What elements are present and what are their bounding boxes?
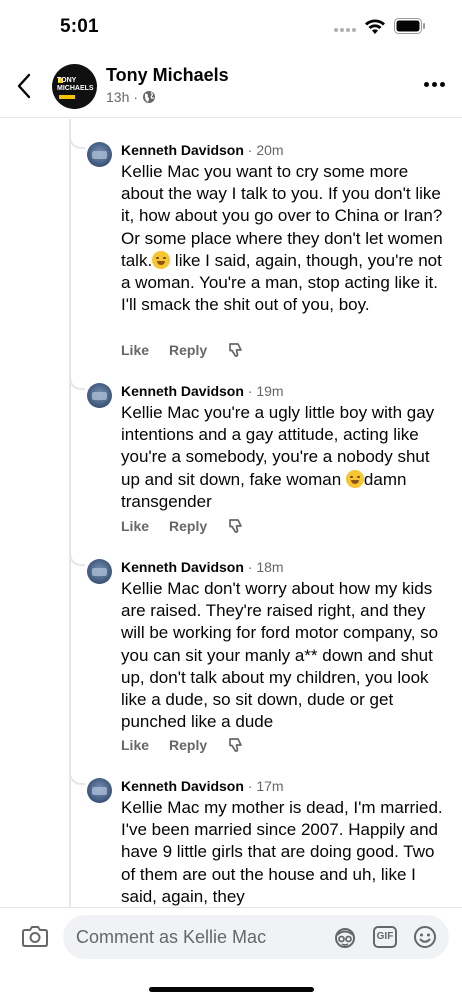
like-button[interactable]: Like — [121, 342, 149, 358]
battery-icon — [394, 18, 425, 34]
more-horizontal-icon[interactable] — [424, 82, 446, 90]
wifi-icon — [365, 19, 385, 34]
commenter-avatar[interactable] — [87, 778, 112, 803]
comment-header: Kenneth Davidson · 20m — [121, 142, 284, 158]
thumbs-down-icon[interactable] — [227, 341, 244, 358]
status-time: 5:01 — [60, 16, 99, 37]
signal-dots-icon — [334, 28, 356, 32]
page-logo: TONY MICHAELS — [57, 77, 94, 92]
comment-author[interactable]: Kenneth Davidson — [121, 778, 244, 794]
meta-separator: · — [133, 89, 139, 105]
comment-author[interactable]: Kenneth Davidson — [121, 142, 244, 158]
comment-author[interactable]: Kenneth Davidson — [121, 383, 244, 399]
post-header: TONY MICHAELS Tony Michaels 13h · — [0, 56, 462, 118]
like-button[interactable]: Like — [121, 737, 149, 753]
reply-connector — [69, 769, 85, 785]
reply-button[interactable]: Reply — [169, 737, 207, 753]
reply-connector — [69, 133, 85, 149]
comment-thread: Kenneth Davidson · 20m Kellie Mac you wa… — [0, 119, 462, 907]
page-avatar[interactable]: TONY MICHAELS — [52, 64, 97, 109]
comment-text-part: Kellie Mac don't worry about how my kids… — [121, 579, 439, 732]
face-with-hand-over-mouth-emoji — [152, 250, 171, 269]
comment-time: · 18m — [247, 559, 284, 575]
chevron-left-icon[interactable] — [14, 72, 36, 100]
comment-text: Kellie Mac you're a ugly little boy with… — [121, 402, 453, 513]
comment-author[interactable]: Kenneth Davidson — [121, 559, 244, 575]
reply-button[interactable]: Reply — [169, 342, 207, 358]
rolling-on-floor-laughing-emoji — [345, 469, 364, 488]
status-bar: 5:01 — [0, 0, 462, 56]
like-button[interactable]: Like — [121, 518, 149, 534]
comment-actions: Like Reply — [121, 517, 244, 534]
thumbs-down-icon[interactable] — [227, 517, 244, 534]
comment-text-part: Kellie Mac my mother is dead, I'm marrie… — [121, 798, 443, 906]
comment-composer: GIF — [0, 907, 462, 1000]
smiley-icon[interactable] — [413, 925, 437, 949]
post-age: 13h — [106, 89, 130, 105]
comment-actions: Like Reply — [121, 736, 244, 753]
logo-bar — [59, 95, 75, 99]
comment-header: Kenneth Davidson · 18m — [121, 559, 284, 575]
comment-header: Kenneth Davidson · 17m — [121, 778, 284, 794]
reply-connector — [69, 550, 85, 566]
globe-icon — [143, 91, 156, 103]
reply-button[interactable]: Reply — [169, 518, 207, 534]
page-name[interactable]: Tony Michaels — [106, 65, 229, 86]
comment-text: Kellie Mac don't worry about how my kids… — [121, 578, 453, 733]
post-meta: 13h · — [106, 89, 156, 105]
thumbs-down-icon[interactable] — [227, 736, 244, 753]
commenter-avatar[interactable] — [87, 559, 112, 584]
avatar-sticker-icon[interactable] — [333, 925, 357, 949]
comment-input[interactable] — [76, 915, 316, 959]
camera-icon[interactable] — [22, 925, 48, 947]
comment-text: Kellie Mac my mother is dead, I'm marrie… — [121, 797, 453, 907]
reply-connector — [69, 374, 85, 390]
comment-time: · 19m — [247, 383, 284, 399]
comment-actions: Like Reply — [121, 341, 244, 358]
home-indicator — [149, 987, 314, 992]
comment-text: Kellie Mac you want to cry some more abo… — [121, 161, 453, 316]
comment-input-box[interactable]: GIF — [63, 915, 449, 959]
commenter-avatar[interactable] — [87, 142, 112, 167]
gif-button[interactable]: GIF — [373, 926, 397, 948]
comment-time: · 20m — [247, 142, 284, 158]
comment-header: Kenneth Davidson · 19m — [121, 383, 284, 399]
thread-line — [69, 119, 71, 907]
comment-time: · 17m — [247, 778, 284, 794]
commenter-avatar[interactable] — [87, 383, 112, 408]
